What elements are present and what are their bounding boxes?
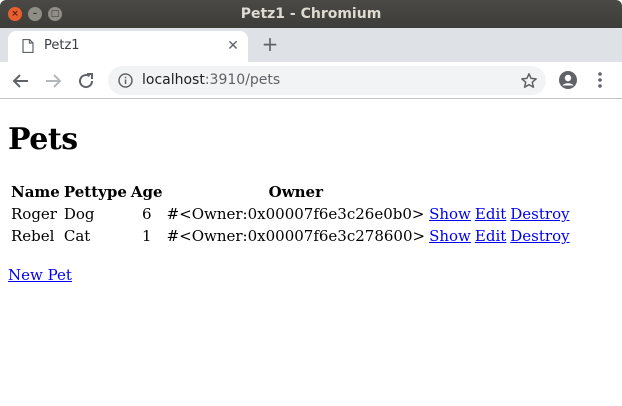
pets-table: Name Pettype Age Owner Roger Dog 6 #<Own… xyxy=(8,180,573,248)
window-title-bar: × – □ Petz1 - Chromium xyxy=(0,0,622,28)
pet-type: Dog xyxy=(63,205,95,223)
show-link[interactable]: Show xyxy=(429,205,471,223)
column-header-pettype: Pettype xyxy=(63,183,127,201)
pet-name: Roger xyxy=(11,205,57,223)
tab-title: Petz1 xyxy=(44,38,80,53)
tab-petz1[interactable]: Petz1 ✕ xyxy=(8,31,248,62)
window-title: Petz1 - Chromium xyxy=(240,6,382,22)
destroy-link[interactable]: Destroy xyxy=(510,205,569,223)
tab-strip: Petz1 ✕ xyxy=(0,28,622,62)
edit-link[interactable]: Edit xyxy=(475,205,506,223)
tab-close-icon[interactable]: ✕ xyxy=(225,38,241,54)
bookmark-star-icon[interactable] xyxy=(520,72,538,90)
column-header-owner: Owner xyxy=(268,183,323,201)
pet-age: 1 xyxy=(141,227,152,245)
column-header-actions xyxy=(428,182,571,202)
url-text[interactable]: localhost:3910/pets xyxy=(142,72,280,88)
pet-type: Cat xyxy=(63,227,91,245)
pet-age: 6 xyxy=(141,205,152,223)
new-pet-link[interactable]: New Pet xyxy=(8,266,72,284)
page-content: Pets Name Pettype Age Owner Roger Dog 6 … xyxy=(0,100,622,406)
show-link[interactable]: Show xyxy=(429,227,471,245)
table-row: Rebel Cat 1 #<Owner:0x00007f6e3c278600> … xyxy=(10,226,571,246)
forward-arrow-icon[interactable] xyxy=(43,71,63,91)
column-header-name: Name xyxy=(11,183,60,201)
new-tab-button[interactable]: + xyxy=(260,34,280,54)
url-path: :3910/pets xyxy=(204,72,281,88)
address-bar[interactable]: localhost:3910/pets xyxy=(108,66,546,95)
site-info-icon[interactable] xyxy=(118,73,133,88)
reload-icon[interactable] xyxy=(76,71,96,91)
document-icon xyxy=(22,39,34,53)
back-arrow-icon[interactable] xyxy=(11,71,31,91)
destroy-link[interactable]: Destroy xyxy=(510,227,569,245)
column-header-age: Age xyxy=(130,183,163,201)
page-title: Pets xyxy=(8,122,78,157)
pet-name: Rebel xyxy=(11,227,55,245)
account-icon[interactable] xyxy=(558,70,578,90)
pet-owner: #<Owner:0x00007f6e3c278600> xyxy=(166,227,426,245)
pet-owner: #<Owner:0x00007f6e3c26e0b0> xyxy=(166,205,425,223)
edit-link[interactable]: Edit xyxy=(475,227,506,245)
table-header-row: Name Pettype Age Owner xyxy=(10,182,571,202)
url-host: localhost xyxy=(142,72,205,88)
table-row: Roger Dog 6 #<Owner:0x00007f6e3c26e0b0> … xyxy=(10,204,571,224)
more-menu-icon[interactable] xyxy=(592,70,608,90)
browser-toolbar: localhost:3910/pets xyxy=(0,62,622,99)
